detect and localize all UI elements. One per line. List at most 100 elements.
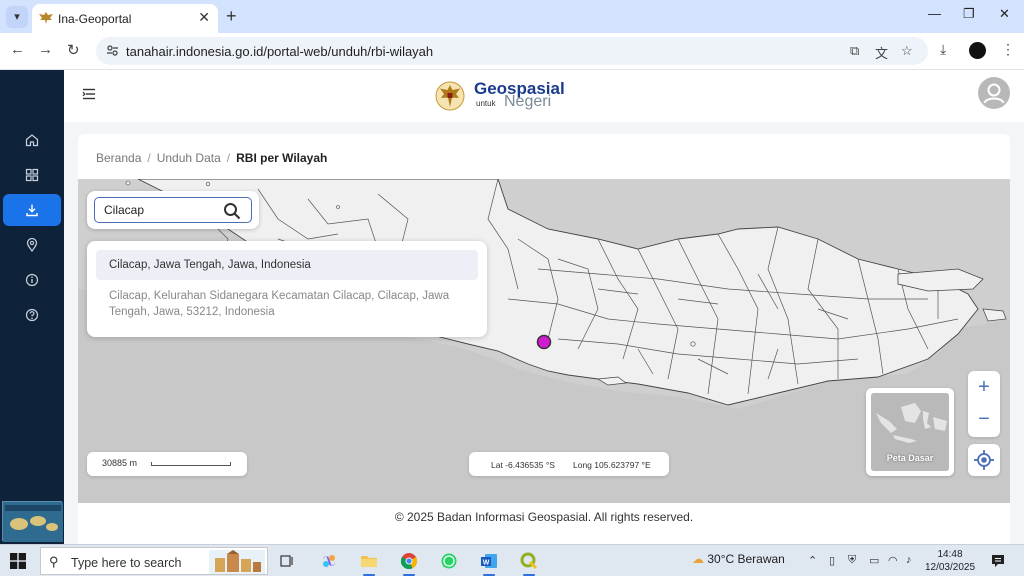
os-taskbar: ⚲ Type here to search W ☁ 30°C Berawan ⌃…	[0, 544, 1024, 576]
close-window-icon[interactable]: ✕	[999, 6, 1010, 22]
clock-date: 12/03/2025	[924, 562, 976, 573]
system-clock[interactable]: 14:48 12/03/2025	[920, 548, 980, 574]
wifi-icon[interactable]: ◠	[888, 554, 898, 567]
main-card: Beranda / Unduh Data / RBI per Wilayah C…	[78, 134, 1010, 554]
address-bar[interactable]: tanahair.indonesia.go.id/portal-web/undu…	[96, 37, 928, 65]
download-icon	[26, 204, 38, 217]
url-text: tanahair.indonesia.go.id/portal-web/undu…	[126, 44, 434, 59]
device-icon[interactable]: ▯	[829, 554, 835, 567]
home-icon	[25, 134, 39, 147]
logo-untuk-text: untuk	[476, 99, 496, 108]
reload-icon[interactable]: ↻	[67, 41, 80, 59]
security-icon[interactable]: ⛨	[848, 554, 856, 567]
menu-kebab-icon[interactable]: ⋮	[1001, 41, 1015, 58]
taskbar-search-placeholder: Type here to search	[71, 556, 182, 570]
longitude-text: Long 105.623797 °E	[573, 460, 651, 470]
site-info-icon[interactable]	[106, 44, 119, 57]
taskbar-app-qgis[interactable]	[516, 549, 542, 576]
word-icon: W	[481, 554, 497, 568]
weather-widget[interactable]: ☁ 30°C Berawan	[692, 552, 785, 566]
sidebar-item-home[interactable]	[3, 124, 61, 156]
cloud-sun-icon: ☁	[692, 552, 704, 566]
scale-bar	[151, 462, 231, 466]
scale-indicator: 30885 m	[87, 452, 247, 476]
coordinate-readout: Lat -6.436535 °S Long 105.623797 °E	[469, 452, 669, 476]
back-icon[interactable]: ←	[10, 41, 25, 58]
windows-start-icon[interactable]	[10, 553, 26, 569]
menu-toggle-icon[interactable]	[82, 88, 96, 100]
tab-title: Ina-Geoportal	[58, 12, 132, 26]
translate-icon[interactable]: 文	[875, 43, 888, 62]
clock-time: 14:48	[937, 549, 963, 560]
weather-text: 30°C Berawan	[707, 552, 785, 566]
restore-icon[interactable]: ❐	[963, 6, 975, 22]
garuda-favicon-icon	[39, 12, 53, 24]
sidebar-item-download[interactable]	[3, 194, 61, 226]
zoom-out-button[interactable]: −	[968, 403, 1000, 435]
browser-tab[interactable]: Ina-Geoportal ✕	[32, 4, 218, 33]
breadcrumb-separator: /	[147, 151, 151, 165]
map-pin-icon	[26, 238, 38, 252]
user-avatar[interactable]	[978, 77, 1010, 109]
search-icon[interactable]	[223, 202, 241, 220]
search-result-item[interactable]: Cilacap, Jawa Tengah, Jawa, Indonesia	[96, 250, 478, 280]
search-panel	[87, 191, 259, 229]
close-tab-icon[interactable]: ✕	[198, 9, 210, 26]
new-tab-icon[interactable]: +	[226, 6, 237, 27]
sidebar-item-catalog[interactable]	[3, 159, 61, 191]
basemap-switcher[interactable]: Peta Dasar	[866, 388, 954, 476]
zoom-in-button[interactable]: +	[968, 371, 1000, 403]
grid-icon	[25, 168, 39, 182]
help-icon	[25, 308, 39, 322]
breadcrumb-current: RBI per Wilayah	[236, 151, 328, 165]
user-icon	[983, 83, 1005, 104]
location-marker[interactable]	[536, 334, 552, 350]
svg-text:W: W	[483, 559, 490, 566]
crosshair-icon	[974, 450, 994, 470]
qgis-icon	[520, 552, 538, 570]
taskbar-app-word[interactable]: W	[476, 549, 502, 576]
forward-icon[interactable]: →	[38, 41, 53, 58]
chrome-icon	[400, 553, 418, 570]
search-result-item[interactable]: Cilacap, Kelurahan Sidanegara Kecamatan …	[96, 288, 478, 320]
web-page: Geospasial untuk Negeri Beranda / Unduh Da…	[0, 70, 1024, 554]
notification-icon[interactable]	[990, 553, 1006, 569]
basemap-label: Peta Dasar	[886, 453, 934, 463]
breadcrumb-home-link[interactable]: Beranda	[96, 151, 141, 165]
map-view[interactable]: Cilacap, Jawa Tengah, Jawa, Indonesia Ci…	[78, 179, 1010, 503]
taskbar-app-copilot[interactable]	[316, 549, 342, 573]
taskbar-search-box[interactable]: ⚲ Type here to search	[40, 547, 268, 575]
whatsapp-icon	[441, 553, 457, 569]
minimize-icon[interactable]: —	[928, 6, 941, 21]
garuda-emblem-icon	[435, 81, 465, 111]
bookmark-star-icon[interactable]: ☆	[901, 43, 913, 59]
world-map-thumbnail-icon	[3, 502, 63, 542]
sidebar-item-help[interactable]	[3, 299, 61, 331]
taskbar-app-chrome[interactable]	[396, 549, 422, 576]
search-icon: ⚲	[49, 554, 59, 569]
latitude-text: Lat -6.436535 °S	[491, 460, 555, 470]
info-icon	[25, 273, 39, 287]
show-hidden-icons-icon[interactable]: ⌃	[808, 554, 817, 567]
locate-me-button[interactable]	[968, 444, 1000, 476]
volume-icon[interactable]: ♪	[906, 554, 912, 566]
task-view-icon	[280, 555, 293, 567]
breadcrumb-section-link[interactable]: Unduh Data	[157, 151, 221, 165]
folder-icon	[361, 556, 377, 567]
profile-avatar-icon[interactable]	[969, 42, 986, 59]
footer-copyright: © 2025 Badan Informasi Geospasial. All r…	[394, 510, 694, 524]
search-results: Cilacap, Jawa Tengah, Jawa, Indonesia Ci…	[87, 241, 487, 337]
breadcrumb: Beranda / Unduh Data / RBI per Wilayah	[96, 151, 327, 165]
task-view-button[interactable]	[274, 549, 300, 573]
sidebar-item-info[interactable]	[3, 264, 61, 296]
battery-icon[interactable]: ▭	[869, 554, 879, 567]
basemap-thumbnail: Peta Dasar	[871, 393, 949, 471]
search-highlight-art-icon	[209, 550, 265, 574]
thumbnail-image[interactable]	[2, 501, 63, 542]
taskbar-app-whatsapp[interactable]	[436, 549, 462, 573]
sidebar-item-location[interactable]	[3, 229, 61, 261]
install-app-icon[interactable]: ⧉	[850, 43, 859, 59]
download-icon[interactable]: ⤓	[940, 41, 946, 58]
taskbar-app-file-explorer[interactable]	[356, 549, 382, 576]
tab-search-button[interactable]: ▾	[6, 6, 28, 28]
